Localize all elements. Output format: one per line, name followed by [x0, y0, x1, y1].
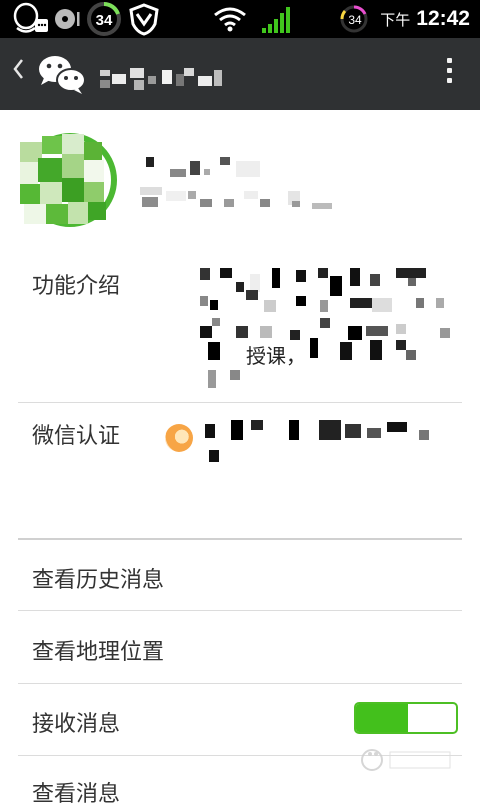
divider — [18, 610, 462, 611]
qq-icon — [10, 0, 50, 38]
divider — [18, 538, 462, 540]
view-messages-menu-item[interactable]: 查看消息 — [32, 776, 120, 808]
title-bar — [0, 38, 480, 110]
intro-text-fragment: 授课， — [246, 344, 306, 368]
more-vertical-icon[interactable] — [447, 58, 452, 83]
toggle-on-fill — [356, 704, 408, 732]
status-bar: 34 34 下午 12:42 — [0, 0, 480, 38]
wechat-logo-icon — [36, 52, 88, 96]
account-name-redacted — [100, 66, 240, 90]
receive-messages-label: 接收消息 — [32, 712, 121, 737]
svg-text:34: 34 — [96, 12, 113, 29]
intro-text-redacted — [200, 266, 460, 396]
battery-ring-icon: 34 — [336, 0, 372, 38]
battery-ring-icon: 34 — [84, 0, 124, 38]
shield-icon — [126, 0, 162, 38]
avatar — [18, 130, 128, 230]
account-id-redacted — [140, 155, 340, 219]
divider — [18, 402, 462, 403]
clock-time: 12:42 — [416, 7, 470, 30]
receive-messages-toggle[interactable] — [354, 702, 458, 734]
location-menu-item[interactable]: 查看地理位置 — [32, 634, 164, 666]
back-chevron-icon[interactable] — [12, 58, 24, 86]
history-menu-item[interactable]: 查看历史消息 — [32, 562, 164, 594]
signal-icon — [258, 0, 294, 38]
verified-badge-icon — [165, 424, 193, 452]
verify-label: 微信认证 — [32, 424, 121, 449]
svg-text:34: 34 — [348, 13, 362, 27]
clock: 下午 12:42 — [380, 0, 470, 38]
verify-text-redacted — [205, 418, 435, 468]
watermark — [360, 744, 460, 785]
clock-ampm: 下午 — [380, 10, 411, 29]
divider — [18, 683, 462, 684]
intro-label: 功能介绍 — [32, 274, 121, 299]
wifi-icon — [210, 0, 250, 38]
media-icon — [52, 0, 82, 38]
